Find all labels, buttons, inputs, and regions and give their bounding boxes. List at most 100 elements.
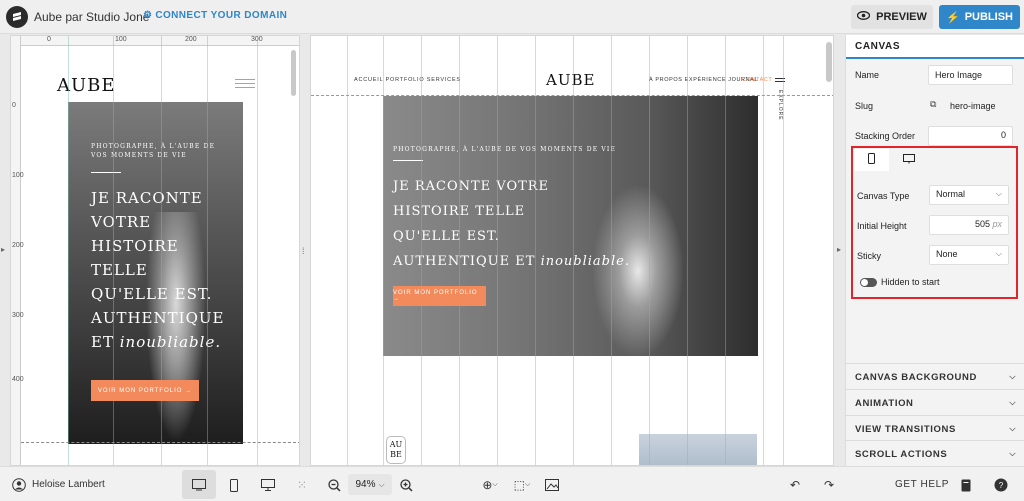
column-guide: [783, 36, 784, 465]
publish-button[interactable]: ⚡ PUBLISH: [939, 5, 1020, 29]
canvas-type-value: Normal: [936, 189, 966, 199]
zoom-value: 94%: [355, 479, 376, 490]
column-guide: [611, 36, 612, 465]
stacking-order-label: Stacking Order: [855, 131, 916, 141]
connect-domain-link[interactable]: ⚙ CONNECT YOUR DOMAIN: [143, 10, 287, 21]
sticky-value: None: [936, 249, 958, 259]
phone-icon: [868, 151, 875, 169]
headline-line: HISTOIRE TELLE: [393, 204, 526, 219]
divider: [393, 160, 423, 161]
canvas-background-section[interactable]: CANVAS BACKGROUND ⌵: [846, 363, 1024, 389]
section-title: SCROLL ACTIONS: [855, 449, 948, 460]
scrollbar-thumb[interactable]: [291, 50, 296, 96]
left-panel-expand-icon[interactable]: ▸: [1, 245, 5, 254]
initial-height-input[interactable]: 505 px: [929, 215, 1009, 235]
chevron-down-icon: ⌵: [995, 249, 1002, 258]
divider: [91, 172, 121, 173]
app-logo-icon[interactable]: [6, 6, 28, 28]
tablet-view-icon[interactable]: [190, 476, 208, 494]
panel-header[interactable]: CANVAS: [846, 35, 1024, 59]
user-avatar-icon[interactable]: [10, 476, 28, 494]
select-frame-icon[interactable]: ⬚ ⌵: [510, 476, 534, 494]
desktop-view-tab[interactable]: [891, 149, 926, 171]
ruler-label: 0: [47, 36, 51, 43]
docs-icon[interactable]: [957, 476, 975, 494]
sticky-label: Sticky: [857, 251, 882, 261]
mobile-view-tab[interactable]: [854, 149, 889, 171]
mobile-view-icon[interactable]: [225, 476, 243, 494]
column-guide: [763, 36, 764, 465]
column-guide: [257, 36, 258, 465]
zoom-select[interactable]: 94% ⌵: [348, 474, 392, 495]
image-icon[interactable]: [543, 476, 561, 494]
headline-line: AUTHENTIQUE ET: [393, 254, 536, 269]
headline-script: inoubliable.: [540, 254, 630, 269]
column-guide: [113, 36, 114, 465]
user-name[interactable]: Heloise Lambert: [32, 479, 105, 490]
chevron-down-icon: ⌵: [1009, 424, 1016, 433]
column-guide: [649, 36, 650, 465]
column-guide: [687, 36, 688, 465]
stacking-order-input[interactable]: 0: [928, 126, 1013, 146]
connect-domain-label: CONNECT YOUR DOMAIN: [155, 10, 288, 21]
chat-help-icon[interactable]: ?: [992, 476, 1010, 494]
zoom-out-icon[interactable]: [325, 476, 343, 494]
column-guide: [68, 36, 69, 465]
mobile-hero-image[interactable]: PHOTOGRAPHE, À L'AUBE DE VOS MOMENTS DE …: [68, 102, 243, 444]
preview-label: PREVIEW: [876, 11, 927, 23]
footer-badge-logo: AU BE: [386, 436, 406, 464]
desktop-hero-subtitle: PHOTOGRAPHE, À L'AUBE DE VOS MOMENTS DE …: [393, 146, 617, 153]
view-transitions-section[interactable]: VIEW TRANSITIONS ⌵: [846, 415, 1024, 441]
zoom-in-icon[interactable]: [397, 476, 415, 494]
lightning-icon: ⚡: [946, 11, 960, 24]
top-bar: Aube par Studio Jone ⚙ CONNECT YOUR DOMA…: [0, 0, 1024, 34]
publish-label: PUBLISH: [964, 11, 1013, 23]
badge-text: AU: [389, 440, 403, 449]
initial-height-label: Initial Height: [857, 221, 907, 231]
scroll-actions-section[interactable]: SCROLL ACTIONS ⌵: [846, 440, 1024, 466]
desktop-hero-image[interactable]: PHOTOGRAPHE, À L'AUBE DE VOS MOMENTS DE …: [383, 96, 758, 356]
mobile-portfolio-button[interactable]: VOIR MON PORTFOLIO →: [91, 380, 199, 401]
svg-text:?: ?: [999, 481, 1004, 490]
desktop-nav-left[interactable]: ACCUEIL PORTFOLIO SERVICES: [354, 77, 461, 83]
desktop-portfolio-button[interactable]: VOIR MON PORTFOLIO →: [393, 286, 486, 306]
section-title: CANVAS BACKGROUND: [855, 372, 977, 383]
site-title[interactable]: Aube par Studio Jone: [34, 10, 149, 24]
desktop-canvas[interactable]: ACCUEIL PORTFOLIO SERVICES AUBE À PROPOS…: [310, 35, 834, 466]
column-guide: [383, 36, 384, 465]
column-guide: [161, 36, 162, 465]
redo-icon[interactable]: ↷: [820, 476, 838, 494]
mobile-brand-logo[interactable]: AUBE: [57, 75, 116, 96]
column-guide: [207, 36, 208, 465]
animation-section[interactable]: ANIMATION ⌵: [846, 389, 1024, 415]
canvas-type-select[interactable]: Normal ⌵: [929, 185, 1009, 205]
ruler-label: 0: [12, 102, 16, 109]
chevron-down-icon: ⌵: [378, 479, 385, 489]
scrollbar-thumb[interactable]: [826, 42, 832, 82]
preview-button[interactable]: PREVIEW: [851, 5, 933, 29]
hamburger-menu-icon[interactable]: [235, 79, 255, 89]
hidden-to-start-label: Hidden to start: [881, 277, 940, 287]
name-label: Name: [855, 70, 880, 80]
ruler-label: 300: [12, 312, 24, 319]
panel-collapse-icon[interactable]: ▸: [837, 245, 841, 254]
grid-icon[interactable]: ⁙: [293, 476, 311, 494]
bottom-image-preview[interactable]: [639, 434, 757, 465]
desktop-view-icon[interactable]: [259, 476, 277, 494]
mobile-canvas[interactable]: 0 100 200 300 0 100 200 300 400 AUBE PHO…: [10, 35, 300, 466]
desktop-nav-contact[interactable]: CONTACT: [742, 77, 772, 83]
ruler-label: 200: [12, 242, 24, 249]
chevron-down-icon: ⌵: [1009, 372, 1016, 381]
bottom-toolbar: Heloise Lambert ⁙ 94% ⌵ ⊕ ⌵ ⬚ ⌵ ↶ ↷ GET HEL…: [0, 466, 1024, 501]
column-guide: [497, 36, 498, 465]
undo-icon[interactable]: ↶: [786, 476, 804, 494]
copy-icon[interactable]: ⧉: [930, 99, 936, 110]
get-help-link[interactable]: GET HELP: [895, 479, 949, 490]
hidden-to-start-toggle[interactable]: [860, 278, 877, 287]
sticky-select[interactable]: None ⌵: [929, 245, 1009, 265]
slug-value[interactable]: hero-image: [950, 101, 996, 111]
desktop-brand-logo[interactable]: AUBE: [546, 71, 595, 89]
name-input[interactable]: [928, 65, 1013, 85]
add-element-icon[interactable]: ⊕ ⌵: [478, 476, 502, 494]
pane-resize-handle-icon[interactable]: ⁞: [302, 246, 305, 256]
